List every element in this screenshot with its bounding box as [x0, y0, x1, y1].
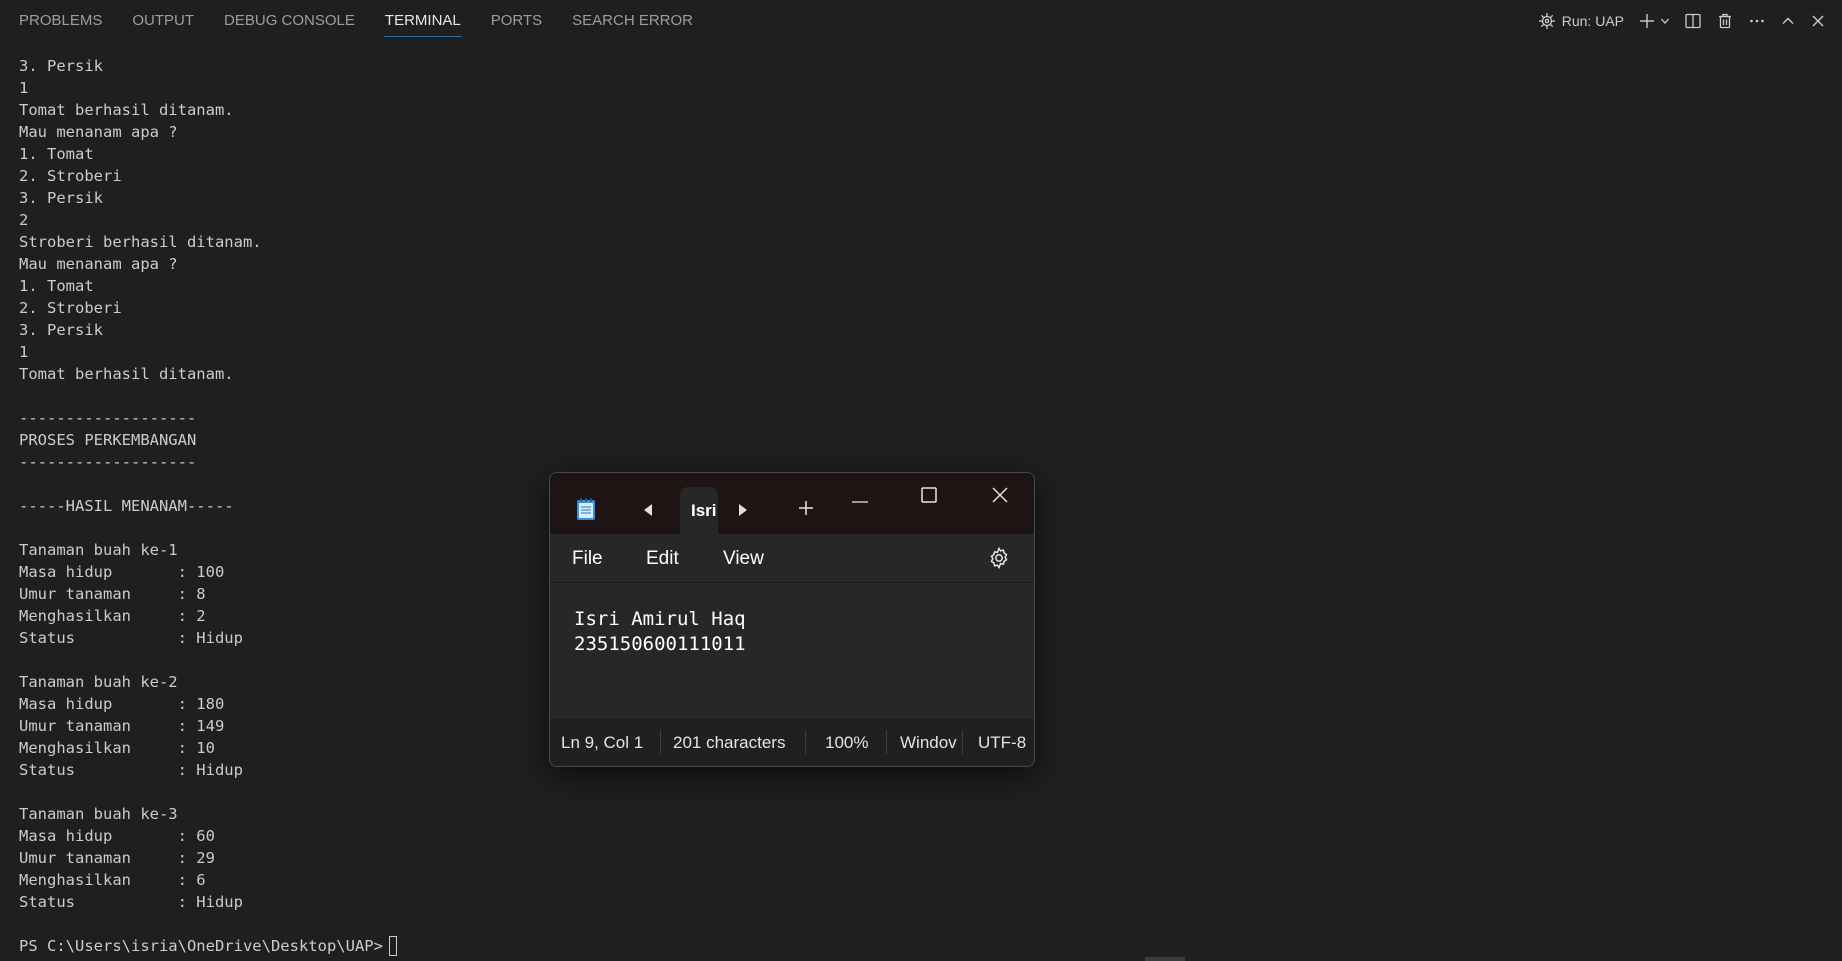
tab-ports[interactable]: PORTS — [491, 0, 542, 42]
menu-view[interactable]: View — [723, 548, 764, 570]
terminal-prompt: PS C:\Users\isria\OneDrive\Desktop\UAP> — [19, 937, 383, 955]
horizontal-scrollbar[interactable] — [1145, 957, 1185, 961]
chevron-up-icon — [1780, 13, 1796, 29]
notepad-statusbar: Ln 9, Col 1 201 characters 100% Windov U… — [550, 717, 1034, 766]
text-line-id: 235150600111011 — [574, 633, 746, 655]
notepad-editor[interactable]: Isri Amirul Haq 235150600111011 — [550, 583, 1034, 726]
terminal-line: 1. Tomat — [19, 277, 94, 295]
terminal-line: 1 — [19, 343, 29, 361]
settings-gear-icon[interactable] — [987, 546, 1011, 575]
terminal-line: Umur tanaman : 29 — [19, 849, 215, 867]
more-actions-button[interactable] — [1748, 12, 1766, 30]
maximize-panel-button[interactable] — [1780, 13, 1796, 29]
status-zoom[interactable]: 100% — [825, 733, 868, 753]
panel-header: PROBLEMS OUTPUT DEBUG CONSOLE TERMINAL P… — [0, 0, 1842, 42]
close-window-icon[interactable] — [990, 485, 1010, 510]
chevron-down-icon[interactable] — [1660, 16, 1670, 26]
notepad-app-icon — [574, 496, 598, 527]
menu-file[interactable]: File — [572, 548, 603, 570]
notepad-window[interactable]: Isri File Edit View Isri Amirul Haq 2351… — [549, 472, 1035, 767]
debug-gear-icon — [1537, 11, 1557, 31]
notepad-titlebar[interactable]: Isri — [550, 473, 1034, 534]
new-terminal-button[interactable] — [1638, 12, 1670, 30]
panel-tabs: PROBLEMS OUTPUT DEBUG CONSOLE TERMINAL P… — [19, 0, 723, 42]
status-separator — [962, 730, 963, 754]
terminal-line: 1. Tomat — [19, 145, 94, 163]
terminal-line: 2 — [19, 211, 29, 229]
terminal-prompt-line[interactable]: PS C:\Users\isria\OneDrive\Desktop\UAP> — [19, 935, 397, 957]
terminal-line: Menghasilkan : 6 — [19, 871, 206, 889]
terminal-line: Mau menanam apa ? — [19, 255, 178, 273]
split-terminal-button[interactable] — [1684, 12, 1702, 30]
terminal-line: 3. Persik — [19, 57, 103, 75]
terminal-line: Masa hidup : 60 — [19, 827, 215, 845]
status-position: Ln 9, Col 1 — [561, 733, 644, 752]
kill-terminal-button[interactable] — [1716, 12, 1734, 30]
tab-terminal[interactable]: TERMINAL — [383, 0, 462, 42]
status-separator — [805, 730, 806, 754]
terminal-line: Tomat berhasil ditanam. — [19, 365, 234, 383]
terminal-line: Status : Hidup — [19, 893, 243, 911]
tab-problems[interactable]: PROBLEMS — [19, 0, 102, 42]
run-task-button[interactable]: Run: UAP — [1537, 11, 1624, 31]
status-characters: 201 characters — [673, 733, 786, 752]
terminal-line: 3. Persik — [19, 189, 103, 207]
terminal-line: 3. Persik — [19, 321, 103, 339]
notepad-menubar: File Edit View — [550, 534, 1034, 583]
status-separator — [660, 730, 661, 754]
terminal-line: ------------------- — [19, 409, 197, 427]
run-label: Run: UAP — [1561, 13, 1624, 29]
notepad-tab-title: Isri — [691, 501, 717, 520]
terminal-line: ------------------- — [19, 453, 197, 471]
terminal-line: Tomat berhasil ditanam. — [19, 101, 234, 119]
status-encoding[interactable]: UTF-8 — [978, 733, 1026, 753]
minimize-icon[interactable] — [851, 493, 869, 516]
terminal-line: Tanaman buah ke-3 — [19, 805, 178, 823]
status-separator — [886, 730, 887, 754]
tab-scroll-right-icon[interactable] — [737, 503, 749, 522]
maximize-icon[interactable] — [920, 486, 938, 509]
new-tab-plus-icon[interactable] — [797, 499, 815, 522]
terminal-line: Stroberi berhasil ditanam. — [19, 233, 262, 251]
ellipsis-icon — [1748, 12, 1766, 30]
terminal-line: 2. Stroberi — [19, 167, 122, 185]
tab-debug-console[interactable]: DEBUG CONSOLE — [224, 0, 355, 42]
split-icon — [1684, 12, 1702, 30]
terminal-line: PROSES PERKEMBANGAN — [19, 431, 197, 449]
panel-actions: Run: UAP — [1523, 0, 1826, 42]
close-icon — [1810, 13, 1826, 29]
terminal-line: Mau menanam apa ? — [19, 123, 178, 141]
trash-icon — [1716, 12, 1734, 30]
tab-output[interactable]: OUTPUT — [132, 0, 194, 42]
menu-edit[interactable]: Edit — [646, 548, 679, 570]
plus-icon — [1638, 12, 1656, 30]
notepad-text[interactable]: Isri Amirul Haq 235150600111011 — [574, 607, 746, 657]
text-line-name: Isri Amirul Haq — [574, 608, 746, 630]
status-line-ending[interactable]: Windov — [900, 733, 962, 753]
terminal-cursor — [388, 936, 397, 956]
close-panel-button[interactable] — [1810, 13, 1826, 29]
tab-search-error[interactable]: SEARCH ERROR — [572, 0, 693, 42]
terminal-line: 1 — [19, 79, 29, 97]
tab-scroll-left-icon[interactable] — [642, 503, 654, 522]
notepad-tab[interactable]: Isri — [680, 487, 718, 534]
terminal-line: 2. Stroberi — [19, 299, 122, 317]
